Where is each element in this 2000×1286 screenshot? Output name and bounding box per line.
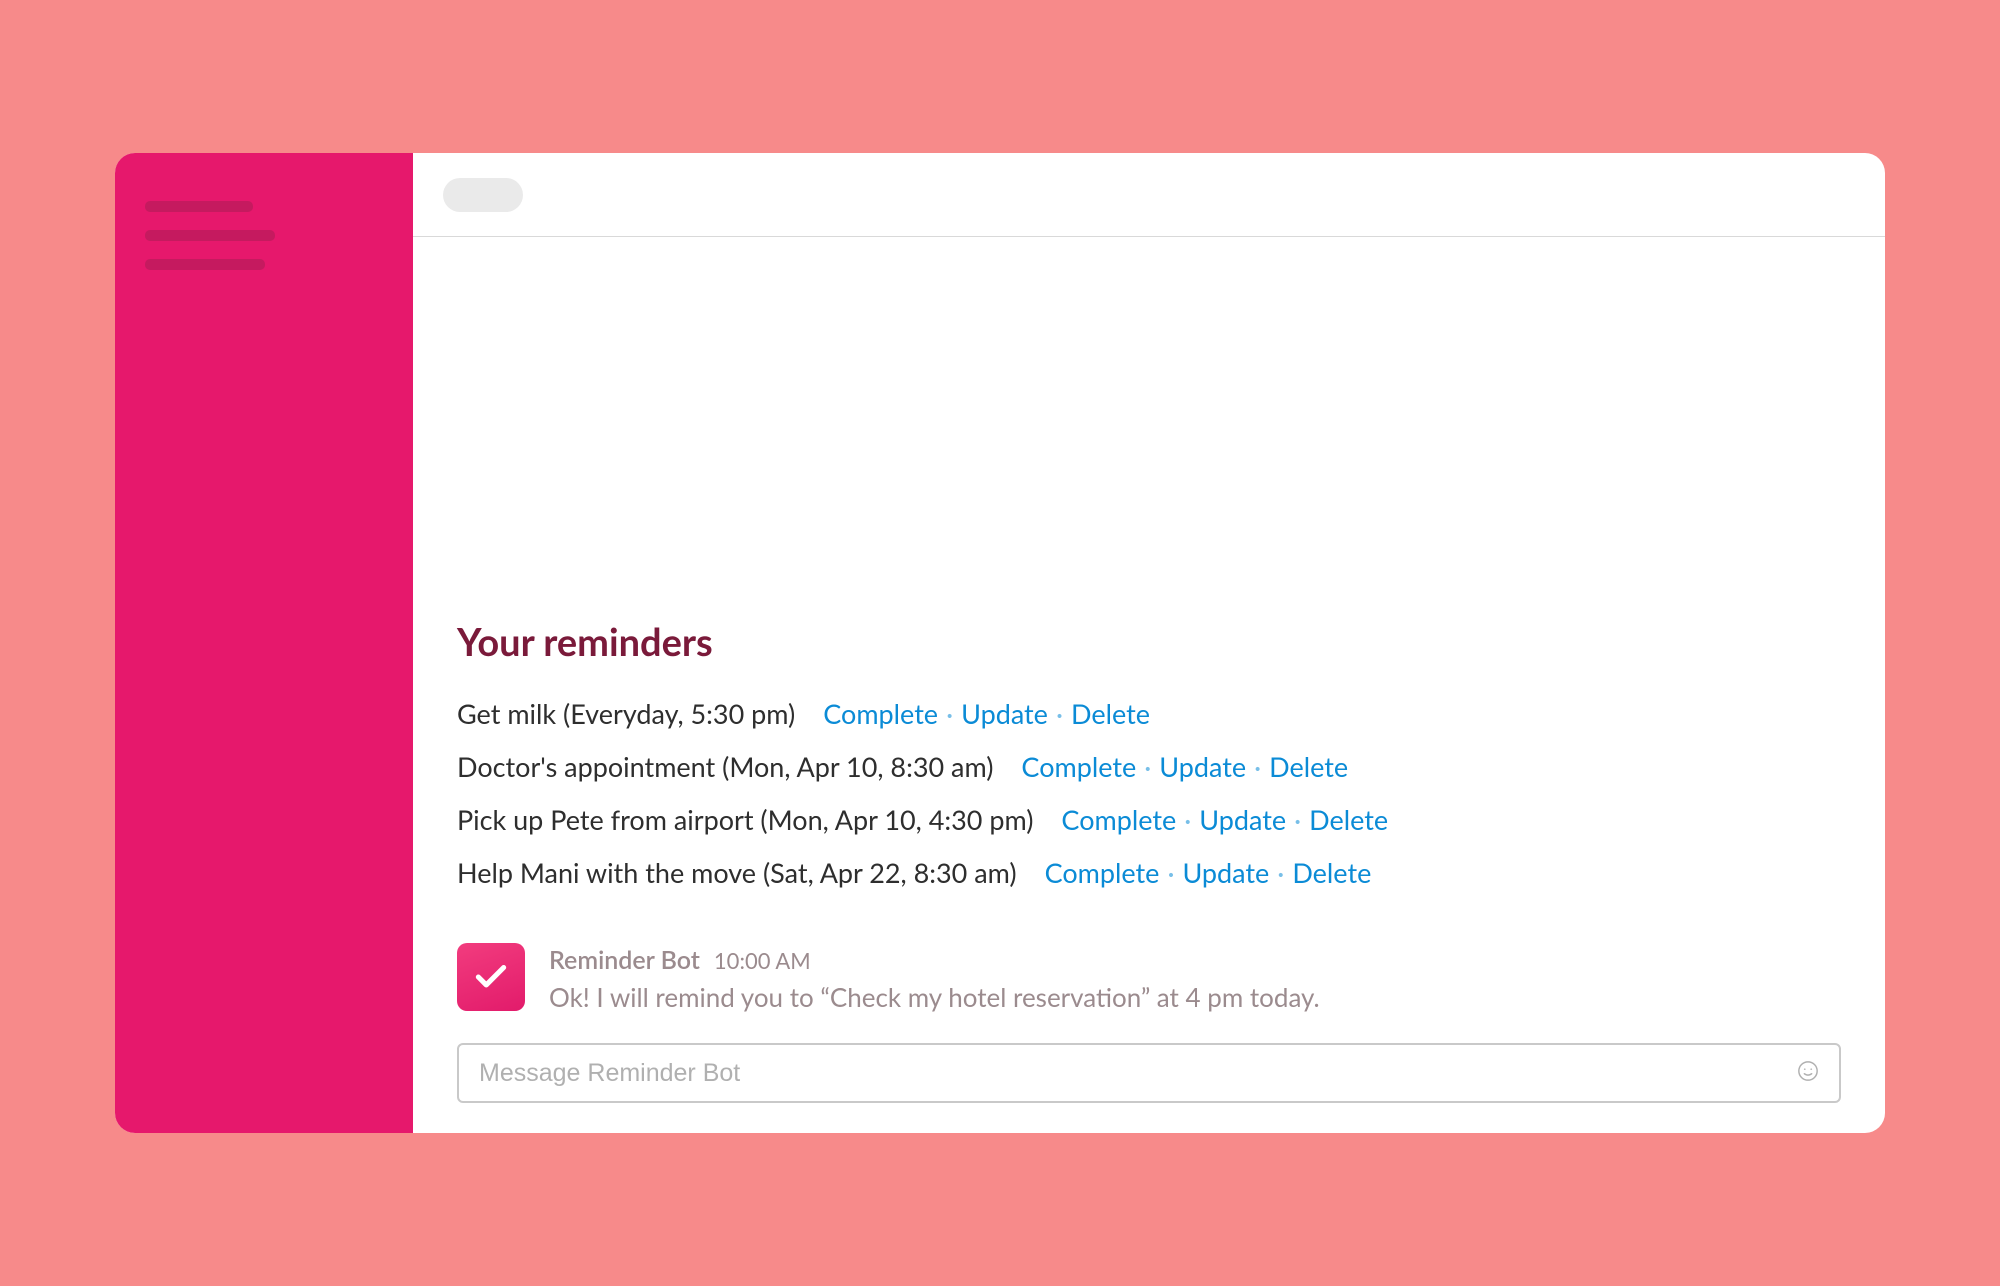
action-separator: · (1167, 856, 1174, 889)
reminders-title: Your reminders (457, 619, 1841, 665)
action-separator: · (1184, 803, 1191, 836)
reminder-row: Get milk (Everyday, 5:30 pm) Complete · … (457, 697, 1841, 730)
reminder-text: Doctor's appointment (Mon, Apr 10, 8:30 … (457, 750, 993, 783)
bot-message: Reminder Bot 10:00 AM Ok! I will remind … (457, 943, 1841, 1013)
bot-header: Reminder Bot 10:00 AM (549, 945, 1841, 975)
action-separator: · (946, 697, 953, 730)
bot-timestamp: 10:00 AM (714, 947, 811, 974)
checkmark-icon (472, 958, 510, 996)
reminder-row: Doctor's appointment (Mon, Apr 10, 8:30 … (457, 750, 1841, 783)
reminder-row: Pick up Pete from airport (Mon, Apr 10, … (457, 803, 1841, 836)
sidebar (115, 153, 413, 1133)
complete-link[interactable]: Complete (1021, 750, 1136, 783)
update-link[interactable]: Update (1182, 856, 1269, 889)
app-window: Your reminders Get milk (Everyday, 5:30 … (115, 153, 1885, 1133)
reminder-text: Help Mani with the move (Sat, Apr 22, 8:… (457, 856, 1017, 889)
action-separator: · (1144, 750, 1151, 783)
reminder-text: Pick up Pete from airport (Mon, Apr 10, … (457, 803, 1033, 836)
bot-avatar (457, 943, 525, 1011)
action-separator: · (1294, 803, 1301, 836)
emoji-icon[interactable] (1797, 1060, 1819, 1087)
sidebar-placeholder-line (145, 230, 275, 241)
sidebar-placeholder-line (145, 201, 253, 212)
bot-name: Reminder Bot (549, 945, 700, 975)
update-link[interactable]: Update (1199, 803, 1286, 836)
delete-link[interactable]: Delete (1071, 697, 1150, 730)
delete-link[interactable]: Delete (1292, 856, 1371, 889)
sidebar-placeholder-line (145, 259, 265, 270)
channel-name-placeholder (443, 178, 523, 212)
bot-body: Reminder Bot 10:00 AM Ok! I will remind … (549, 943, 1841, 1013)
update-link[interactable]: Update (1159, 750, 1246, 783)
bot-message-text: Ok! I will remind you to “Check my hotel… (549, 981, 1841, 1013)
complete-link[interactable]: Complete (1061, 803, 1176, 836)
reminder-row: Help Mani with the move (Sat, Apr 22, 8:… (457, 856, 1841, 889)
action-separator: · (1056, 697, 1063, 730)
message-input-row (457, 1043, 1841, 1103)
content-area: Your reminders Get milk (Everyday, 5:30 … (413, 237, 1885, 1133)
message-input[interactable] (479, 1059, 1797, 1088)
reminder-text: Get milk (Everyday, 5:30 pm) (457, 697, 795, 730)
delete-link[interactable]: Delete (1269, 750, 1348, 783)
action-separator: · (1277, 856, 1284, 889)
action-separator: · (1254, 750, 1261, 783)
update-link[interactable]: Update (961, 697, 1048, 730)
complete-link[interactable]: Complete (1045, 856, 1160, 889)
complete-link[interactable]: Complete (823, 697, 938, 730)
delete-link[interactable]: Delete (1309, 803, 1388, 836)
header-bar (413, 153, 1885, 237)
main-panel: Your reminders Get milk (Everyday, 5:30 … (413, 153, 1885, 1133)
